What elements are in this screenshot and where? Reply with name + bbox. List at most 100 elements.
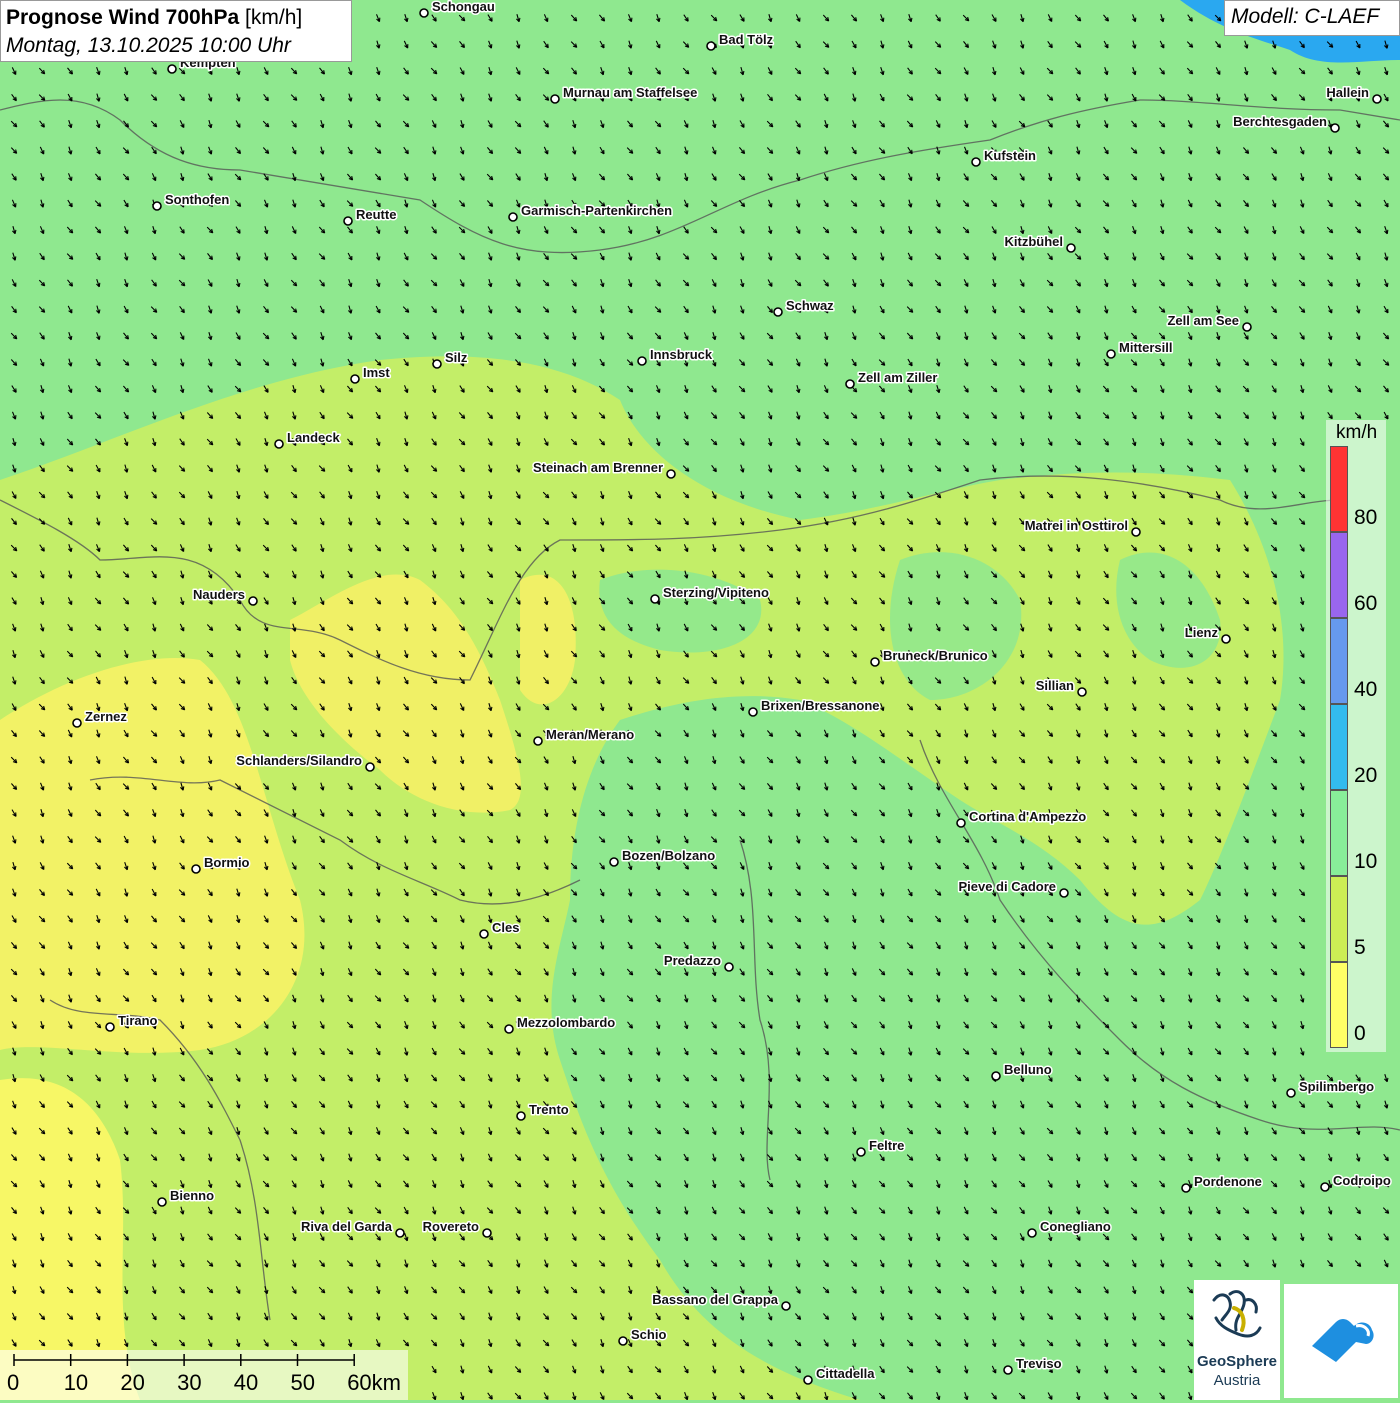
legend-label: 60 bbox=[1354, 592, 1378, 615]
legend-label: 5 bbox=[1354, 936, 1366, 959]
city-label: Zell am See bbox=[1167, 313, 1239, 328]
legend-color-segment bbox=[1330, 704, 1348, 790]
city-marker-icon bbox=[72, 718, 82, 728]
city-label: Schio bbox=[631, 1327, 666, 1342]
scale-label: 20 bbox=[120, 1370, 145, 1395]
title-main: Prognose Wind 700hPa [km/h] bbox=[6, 6, 303, 29]
city-marker-icon bbox=[550, 94, 560, 104]
city-marker-icon bbox=[350, 374, 360, 384]
scale-label: 60km bbox=[347, 1370, 401, 1395]
city-label: Treviso bbox=[1016, 1356, 1062, 1371]
city-marker-icon bbox=[618, 1336, 628, 1346]
city-label: Silz bbox=[445, 350, 468, 365]
city-label: Bienno bbox=[170, 1188, 214, 1203]
city-label: Imst bbox=[363, 365, 390, 380]
city-marker-icon bbox=[971, 157, 981, 167]
title-date: Montag, 13.10.2025 10:00 Uhr bbox=[6, 34, 291, 57]
title-box: Prognose Wind 700hPa [km/h] Montag, 13.1… bbox=[0, 0, 352, 62]
city-marker-icon bbox=[533, 736, 543, 746]
geosphere-logo[interactable]: GeoSphere Austria bbox=[1194, 1280, 1280, 1400]
city-label: Conegliano bbox=[1040, 1219, 1111, 1234]
city-marker-icon bbox=[1372, 94, 1382, 104]
city-marker-icon bbox=[1077, 687, 1087, 697]
city-label: Lienz bbox=[1185, 625, 1219, 640]
legend-color-segment bbox=[1330, 446, 1348, 532]
city-marker-icon bbox=[803, 1375, 813, 1385]
city-label: Belluno bbox=[1004, 1062, 1052, 1077]
city-label: Tirano bbox=[118, 1013, 158, 1028]
scale-bar: 0 10 20 30 40 50 60km bbox=[0, 1350, 408, 1400]
legend-label: 20 bbox=[1354, 764, 1378, 787]
city-marker-icon bbox=[365, 762, 375, 772]
scale-label: 0 bbox=[7, 1370, 20, 1395]
city-marker-icon bbox=[856, 1147, 866, 1157]
city-label: Mittersill bbox=[1119, 340, 1172, 355]
city-label: Innsbruck bbox=[650, 347, 713, 362]
scale-label: 40 bbox=[233, 1370, 259, 1395]
city-label: Sillian bbox=[1036, 678, 1074, 693]
city-marker-icon bbox=[666, 469, 676, 479]
legend-label: 40 bbox=[1354, 678, 1378, 701]
legend-label: 0 bbox=[1354, 1022, 1366, 1045]
city-marker-icon bbox=[504, 1024, 514, 1034]
cloud-arrow-icon bbox=[1312, 1319, 1374, 1362]
wind-speed-legend: km/h 80 60 40 20 10 5 0 bbox=[1326, 420, 1386, 1052]
city-marker-icon bbox=[1066, 243, 1076, 253]
city-label: Matrei in Osttirol bbox=[1025, 518, 1128, 533]
city-marker-icon bbox=[191, 864, 201, 874]
city-marker-icon bbox=[748, 707, 758, 717]
city-marker-icon bbox=[419, 8, 429, 18]
city-label: Garmisch-Partenkirchen bbox=[521, 203, 672, 218]
city-label: Berchtesgaden bbox=[1233, 114, 1327, 129]
city-label: Hallein bbox=[1326, 85, 1369, 100]
city-marker-icon bbox=[650, 594, 660, 604]
city-marker-icon bbox=[637, 356, 647, 366]
legend-color-segment bbox=[1330, 532, 1348, 618]
city-label: Zell am Ziller bbox=[858, 370, 937, 385]
city-label: Bruneck/Brunico bbox=[883, 648, 988, 663]
city-marker-icon bbox=[845, 379, 855, 389]
city-label: Predazzo bbox=[664, 953, 721, 968]
city-label: Spilimbergo bbox=[1299, 1079, 1374, 1094]
city-label: Sterzing/Vipiteno bbox=[663, 585, 769, 600]
city-label: Bormio bbox=[204, 855, 250, 870]
city-marker-icon bbox=[1003, 1365, 1013, 1375]
city-marker-icon bbox=[482, 1228, 492, 1238]
city-marker-icon bbox=[870, 657, 880, 667]
city-marker-icon bbox=[1106, 349, 1116, 359]
city-label: Bassano del Grappa bbox=[652, 1292, 778, 1307]
city-label: Schongau bbox=[432, 0, 495, 14]
city-marker-icon bbox=[1131, 527, 1141, 537]
wind-map[interactable]: SchongauBad TölzKemptenMurnau am Staffel… bbox=[0, 0, 1400, 1400]
city-label: Sonthofen bbox=[165, 192, 229, 207]
city-marker-icon bbox=[105, 1022, 115, 1032]
city-marker-icon bbox=[991, 1071, 1001, 1081]
city-marker-icon bbox=[508, 212, 518, 222]
city-marker-icon bbox=[152, 201, 162, 211]
city-marker-icon bbox=[479, 929, 489, 939]
city-label: Cles bbox=[492, 920, 519, 935]
legend-color-segment bbox=[1330, 962, 1348, 1048]
legend-color-segment bbox=[1330, 618, 1348, 704]
cloud-app-logo[interactable] bbox=[1284, 1284, 1398, 1398]
legend-color-segment bbox=[1330, 876, 1348, 962]
geosphere-emblem-icon bbox=[1212, 1290, 1262, 1338]
scale-label: 30 bbox=[177, 1370, 202, 1395]
city-label: Cortina d'Ampezzo bbox=[969, 809, 1086, 824]
city-marker-icon bbox=[432, 359, 442, 369]
city-marker-icon bbox=[773, 307, 783, 317]
legend-label: 80 bbox=[1354, 506, 1378, 529]
city-label: Feltre bbox=[869, 1138, 904, 1153]
legend-color-segment bbox=[1330, 790, 1348, 876]
city-label: Nauders bbox=[193, 587, 245, 602]
city-label: Steinach am Brenner bbox=[533, 460, 663, 475]
city-marker-icon bbox=[781, 1301, 791, 1311]
city-marker-icon bbox=[516, 1111, 526, 1121]
city-marker-icon bbox=[1221, 634, 1231, 644]
title-unit: [km/h] bbox=[245, 6, 303, 29]
city-label: Zernez bbox=[85, 709, 127, 724]
city-label: Pieve di Cadore bbox=[958, 879, 1056, 894]
city-label: Rovereto bbox=[423, 1219, 479, 1234]
city-label: Riva del Garda bbox=[301, 1219, 393, 1234]
city-marker-icon bbox=[1027, 1228, 1037, 1238]
